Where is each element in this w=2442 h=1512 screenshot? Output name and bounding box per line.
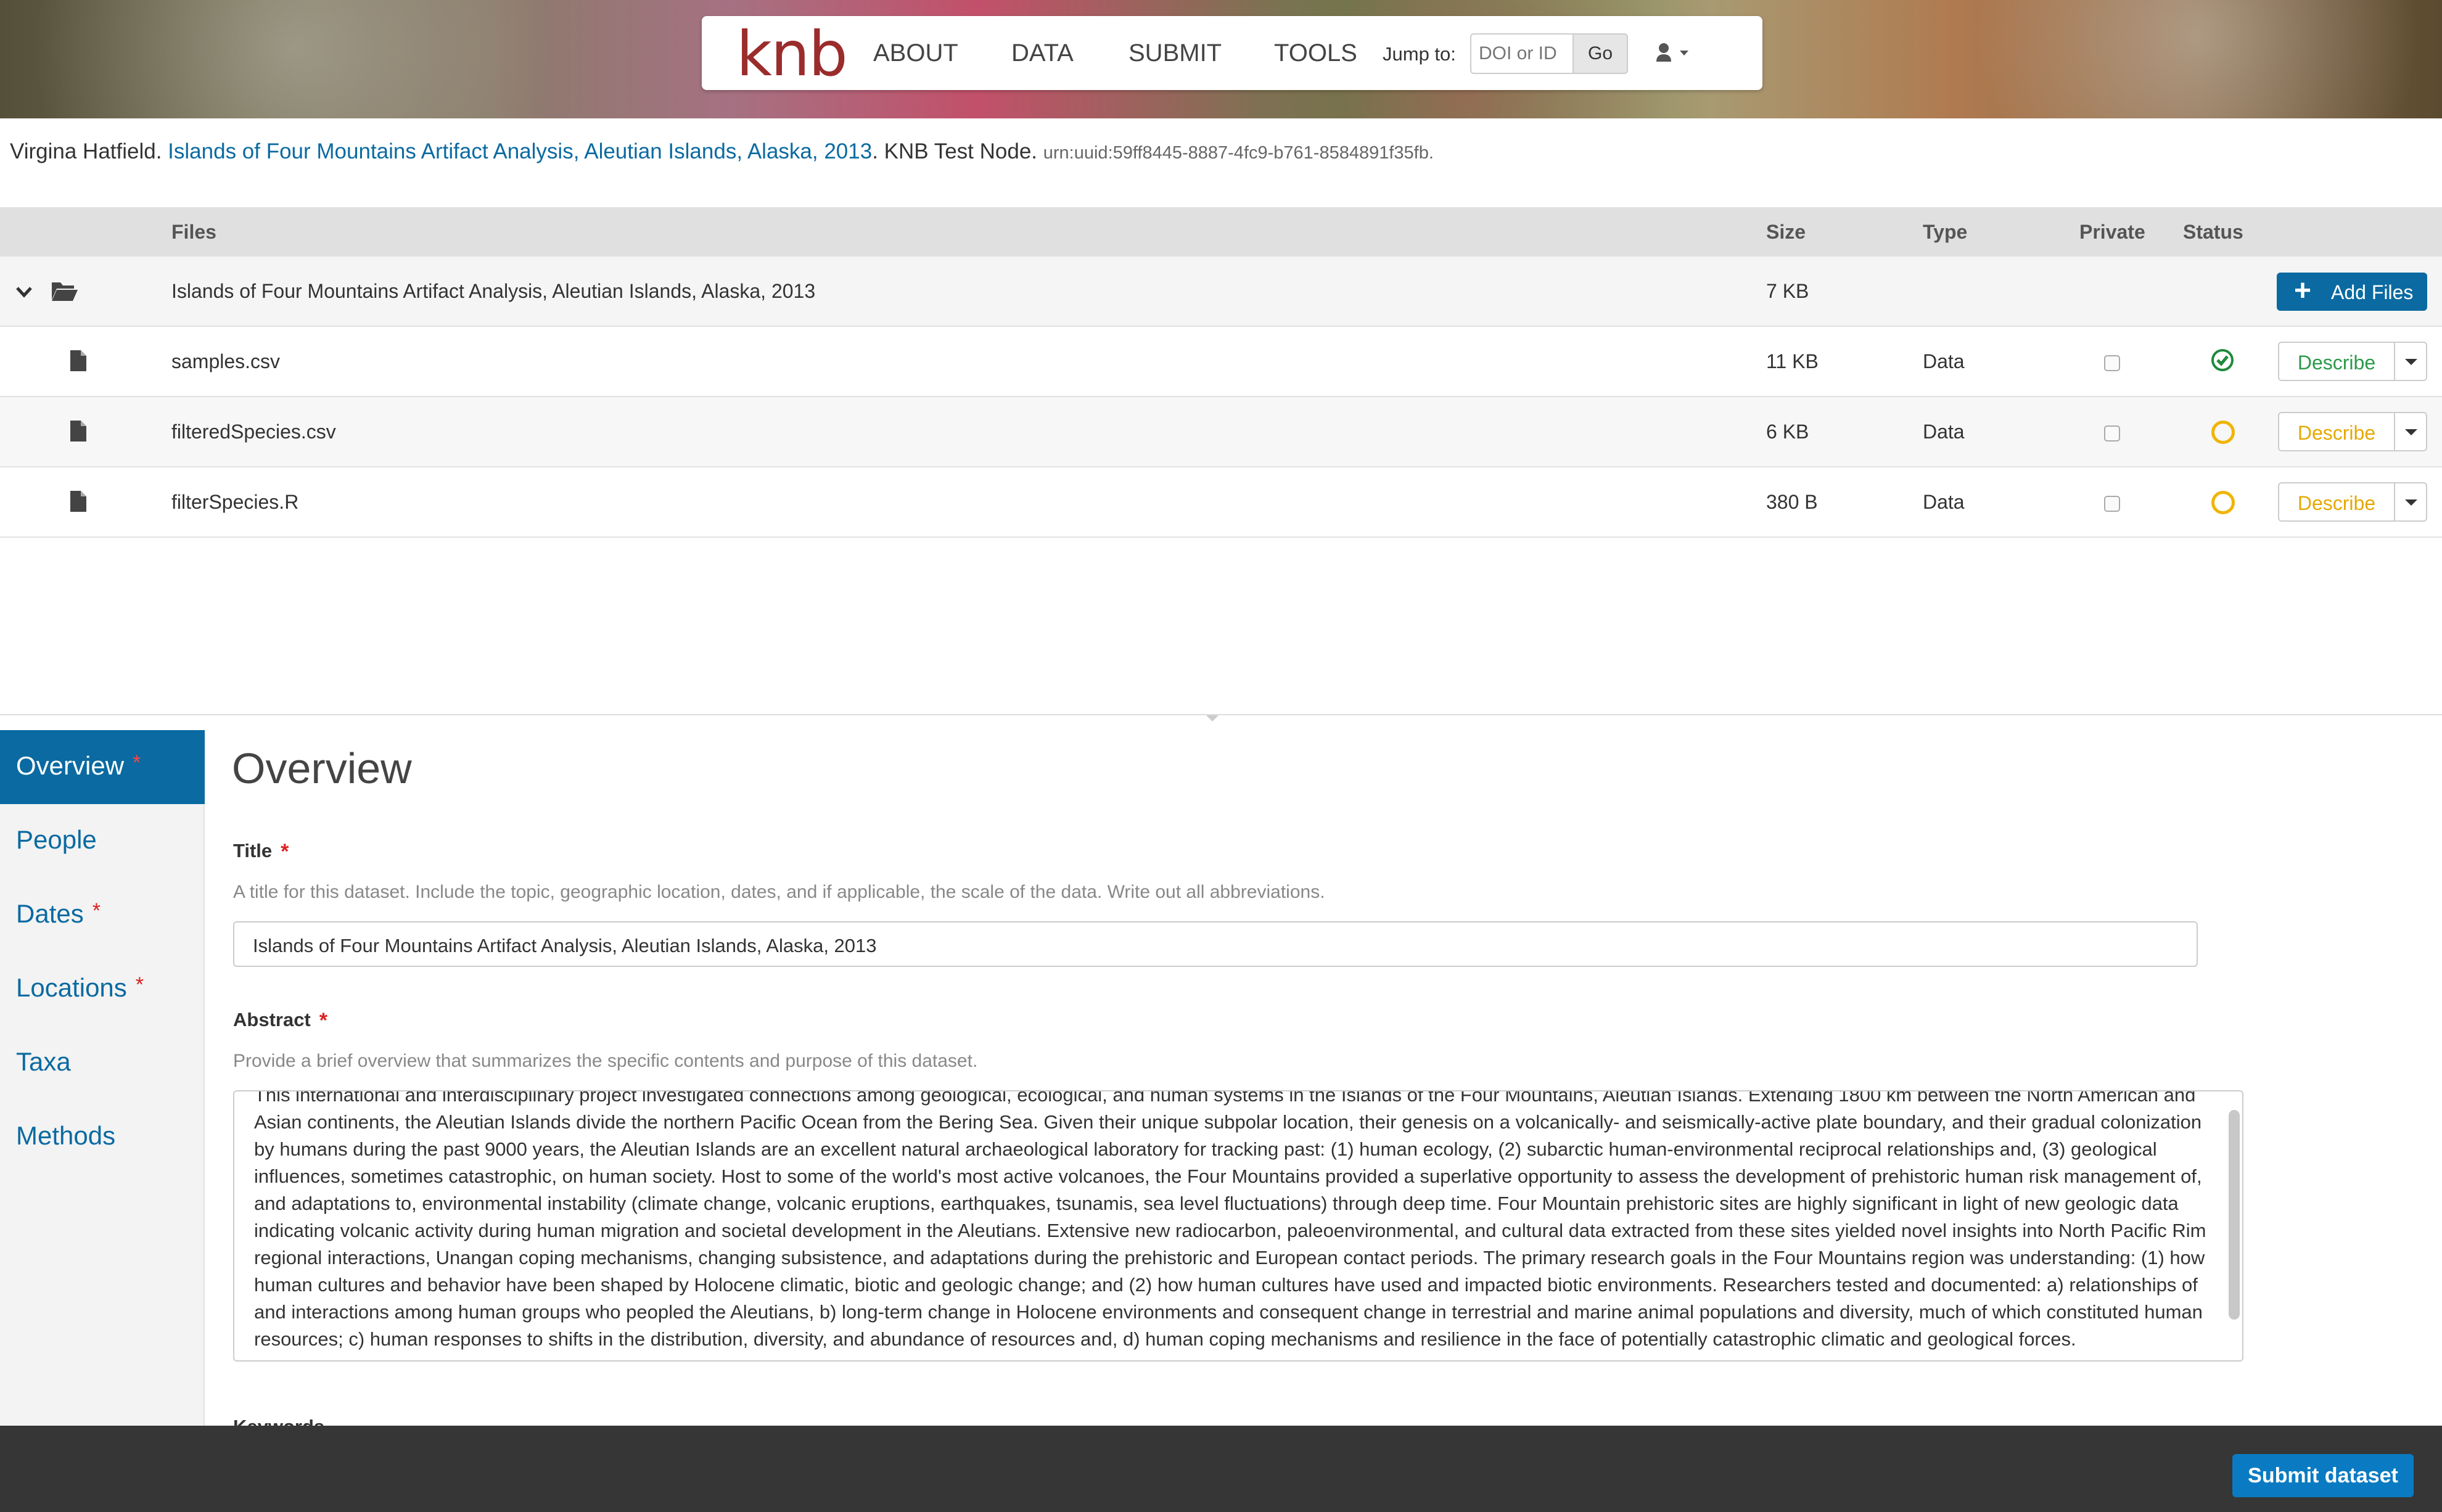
chevron-down-icon[interactable] [15,282,33,301]
user-icon [1656,43,1688,62]
folder-size: 7 KB [1766,280,1809,302]
editor-sidebar: Overview * People Dates * Locations * Taxa … [0,730,205,1427]
add-files-label: Add Files [2331,281,2414,303]
required-marker: * [133,751,141,774]
file-icon [70,350,86,371]
jump-go-button[interactable]: Go [1572,33,1628,74]
file-size: 11 KB [1766,350,1819,372]
file-size: 380 B [1766,491,1818,513]
file-icon [70,491,86,512]
sidebar-item-taxa[interactable]: Taxa [0,1026,205,1100]
sidebar-item-dates[interactable]: Dates * [0,878,205,952]
check-circle-icon [2211,349,2234,371]
sidebar-item-label: Dates [16,899,84,928]
citation-node: . KNB Test Node. [872,139,1038,163]
jump-to-label: Jump to: [1383,43,1456,65]
header-files: Files [171,221,216,243]
file-name: filterSpecies.R [171,491,299,513]
private-checkbox[interactable] [2104,496,2120,512]
file-name: filteredSpecies.csv [171,421,336,443]
required-marker: * [281,840,289,863]
table-row: filterSpecies.R 380 B Data Describe [0,467,2442,538]
nav-submit[interactable]: SUBMIT [1128,39,1222,67]
plus-icon: + [2294,274,2312,307]
chevron-down-icon [1680,51,1688,55]
nav-about[interactable]: ABOUT [873,39,958,67]
file-actions-dropdown[interactable] [2394,412,2427,451]
title-field[interactable]: Islands of Four Mountains Artifact Analy… [233,921,2198,967]
required-marker: * [319,1009,327,1032]
sidebar-item-methods[interactable]: Methods [0,1100,205,1174]
private-checkbox[interactable] [2104,425,2120,442]
abstract-label: Abstract * [233,1009,327,1032]
file-actions-dropdown[interactable] [2394,342,2427,381]
pending-circle-icon [2211,491,2235,514]
sidebar-item-people[interactable]: People [0,804,205,878]
nav-tools[interactable]: TOOLS [1274,39,1357,67]
sidebar-item-label: Methods [16,1121,116,1150]
header-size: Size [1766,221,1806,243]
sidebar-item-label: Taxa [16,1047,71,1076]
sidebar-item-overview[interactable]: Overview * [0,730,205,804]
pending-circle-icon [2211,421,2235,444]
file-size: 6 KB [1766,421,1809,443]
title-help: A title for this dataset. Include the to… [233,882,1325,902]
header-type: Type [1923,221,1968,243]
nav-data[interactable]: DATA [1011,39,1074,67]
splitter-handle-icon[interactable] [1206,715,1219,721]
citation-author: Virgina Hatfield. [10,139,162,163]
top-navbar: knb ABOUT DATA SUBMIT TOOLS Jump to: Go [702,16,1762,90]
knb-logo[interactable]: knb [736,23,848,85]
sidebar-item-label: Locations [16,973,127,1002]
sidebar-item-locations[interactable]: Locations * [0,952,205,1026]
file-type: Data [1923,421,1965,443]
jump-to-input[interactable] [1470,33,1574,74]
files-table-header: Files Size Type Private Status [0,207,2442,257]
abstract-scrollbar[interactable] [2229,1110,2240,1320]
table-row: samples.csv 11 KB Data Describe [0,327,2442,397]
required-marker: * [135,973,144,996]
abstract-help: Provide a brief overview that summarizes… [233,1051,978,1071]
file-type: Data [1923,350,1965,372]
header-private: Private [2079,221,2145,243]
sidebar-item-label: People [16,825,97,854]
section-heading: Overview [232,744,412,792]
file-name: samples.csv [171,350,281,372]
citation-urn: urn:uuid:59ff8445-8887-4fc9-b761-8584891… [1043,143,1434,163]
submit-dataset-button[interactable]: Submit dataset [2232,1454,2414,1497]
add-files-button[interactable]: + Add Files [2277,273,2427,311]
footer-bar: Submit dataset [0,1426,2442,1512]
title-label: Title * [233,840,289,863]
citation-title-link[interactable]: Islands of Four Mountains Artifact Analy… [168,139,872,163]
file-icon [70,421,86,442]
describe-button[interactable]: Describe [2278,412,2395,451]
user-menu-button[interactable] [1655,41,1698,65]
file-type: Data [1923,491,1965,513]
folder-row: Islands of Four Mountains Artifact Analy… [0,257,2442,327]
sidebar-item-label: Overview [16,751,125,780]
abstract-text: This international and interdisciplinary… [254,1090,2206,1350]
abstract-field[interactable]: This international and interdisciplinary… [233,1090,2243,1362]
required-marker: * [92,899,101,922]
folder-name: Islands of Four Mountains Artifact Analy… [171,280,816,302]
dataset-citation: Virgina Hatfield. Islands of Four Mounta… [10,139,1434,164]
folder-open-icon [52,282,78,301]
describe-button[interactable]: Describe [2278,342,2395,381]
header-status: Status [2183,221,2243,243]
describe-button[interactable]: Describe [2278,482,2395,522]
file-actions-dropdown[interactable] [2394,482,2427,522]
panel-splitter[interactable] [0,714,2442,715]
table-row: filteredSpecies.csv 6 KB Data Describe [0,397,2442,467]
private-checkbox[interactable] [2104,355,2120,371]
